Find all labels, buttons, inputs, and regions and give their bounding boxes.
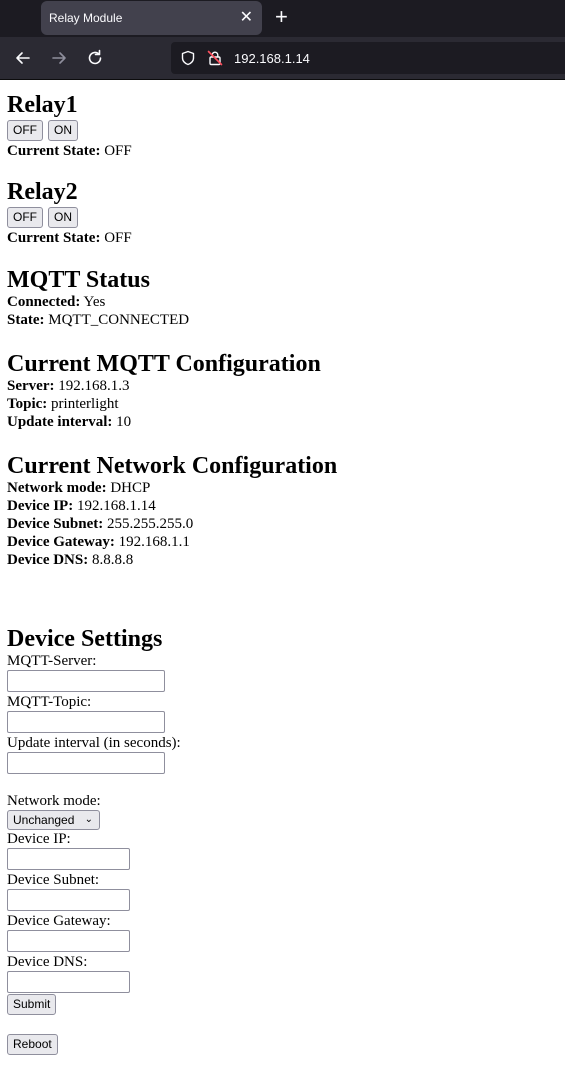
device-ip-label: Device IP: bbox=[7, 498, 74, 514]
device-settings-heading: Device Settings bbox=[7, 626, 163, 652]
browser-tab[interactable]: Relay Module ✕ bbox=[41, 1, 262, 35]
device-dns-value: 8.8.8.8 bbox=[91, 552, 134, 568]
relay1-on-button[interactable]: ON bbox=[48, 120, 78, 141]
device-subnet-value: 255.255.255.0 bbox=[107, 516, 194, 532]
device-settings-form: Device Settings MQTT-Server: MQTT-Topic:… bbox=[7, 626, 181, 1056]
mqtt-server: Server: 192.168.1.3 bbox=[7, 377, 321, 395]
chrome-divider bbox=[0, 79, 565, 80]
mqtt-server-field-label: MQTT-Server: bbox=[7, 653, 97, 669]
device-ip-input[interactable] bbox=[7, 848, 130, 870]
mqtt-server-label: Server: bbox=[7, 378, 55, 394]
device-dns-field-label: Device DNS: bbox=[7, 954, 88, 970]
mqtt-interval-label: Update interval: bbox=[7, 414, 113, 430]
mqtt-connected: Connected: Yes bbox=[7, 293, 189, 311]
mqtt-connected-label: Connected: bbox=[7, 294, 81, 310]
mqtt-status-section: MQTT Status Connected: Yes State: MQTT_C… bbox=[7, 267, 189, 329]
relay2-section: Relay2 OFF ON Current State: OFF bbox=[7, 179, 132, 247]
mqtt-state-label: State: bbox=[7, 312, 45, 328]
mqtt-server-input[interactable] bbox=[7, 670, 165, 692]
network-config-heading: Current Network Configuration bbox=[7, 453, 338, 479]
mqtt-config-heading: Current MQTT Configuration bbox=[7, 351, 321, 377]
browser-tab-bar: Relay Module ✕ + bbox=[0, 0, 565, 37]
relay2-state: Current State: OFF bbox=[7, 229, 132, 247]
relay2-heading: Relay2 bbox=[7, 179, 78, 205]
device-gateway-label: Device Gateway: bbox=[7, 534, 115, 550]
url-bar[interactable]: 192.168.1.14 bbox=[171, 42, 565, 74]
relay1-state-label: Current State: bbox=[7, 143, 101, 159]
device-dns-label: Device DNS: bbox=[7, 552, 89, 568]
network-mode-select[interactable]: Unchanged ⌄ bbox=[7, 810, 100, 830]
mqtt-server-value: 192.168.1.3 bbox=[58, 378, 130, 394]
back-arrow-icon[interactable] bbox=[13, 48, 33, 68]
relay1-heading: Relay1 bbox=[7, 92, 78, 118]
device-ip-value: 192.168.1.14 bbox=[76, 498, 156, 514]
device-subnet-label: Device Subnet: bbox=[7, 516, 104, 532]
relay2-state-label: Current State: bbox=[7, 230, 101, 246]
url-text: 192.168.1.14 bbox=[234, 51, 310, 66]
relay2-on-button[interactable]: ON bbox=[48, 207, 78, 228]
network-mode: Network mode: DHCP bbox=[7, 479, 337, 497]
device-ip-field-label: Device IP: bbox=[7, 831, 71, 847]
relay1-off-button[interactable]: OFF bbox=[7, 120, 43, 141]
relay2-state-value: OFF bbox=[104, 230, 132, 246]
interval-field-label: Update interval (in seconds): bbox=[7, 735, 181, 751]
shield-icon[interactable] bbox=[180, 50, 196, 66]
mqtt-topic-value: printerlight bbox=[51, 396, 119, 412]
device-subnet-input[interactable] bbox=[7, 889, 130, 911]
mqtt-topic-field-label: MQTT-Topic: bbox=[7, 694, 92, 710]
relay1-state-value: OFF bbox=[104, 143, 132, 159]
mqtt-topic-label: Topic: bbox=[7, 396, 48, 412]
device-gateway-field-label: Device Gateway: bbox=[7, 913, 111, 929]
mqtt-interval-value: 10 bbox=[116, 414, 132, 430]
mqtt-connected-value: Yes bbox=[83, 294, 106, 310]
device-gateway: Device Gateway: 192.168.1.1 bbox=[7, 533, 337, 551]
browser-nav-bar: 192.168.1.14 bbox=[0, 37, 565, 79]
device-subnet: Device Subnet: 255.255.255.0 bbox=[7, 515, 337, 533]
close-tab-icon[interactable]: ✕ bbox=[240, 7, 253, 27]
relay1-section: Relay1 OFF ON Current State: OFF bbox=[7, 92, 132, 160]
device-dns: Device DNS: 8.8.8.8 bbox=[7, 551, 337, 569]
relay1-state: Current State: OFF bbox=[7, 142, 132, 160]
new-tab-icon[interactable]: + bbox=[275, 5, 293, 29]
tab-title: Relay Module bbox=[49, 11, 123, 25]
device-gateway-value: 192.168.1.1 bbox=[118, 534, 190, 550]
submit-button[interactable]: Submit bbox=[7, 994, 57, 1015]
device-gateway-input[interactable] bbox=[7, 930, 130, 952]
network-mode-label: Network mode: bbox=[7, 480, 107, 496]
device-subnet-field-label: Device Subnet: bbox=[7, 872, 100, 888]
network-config-section: Current Network Configuration Network mo… bbox=[7, 453, 337, 569]
mqtt-status-heading: MQTT Status bbox=[7, 267, 150, 293]
device-ip: Device IP: 192.168.1.14 bbox=[7, 497, 337, 515]
reload-icon[interactable] bbox=[85, 48, 105, 68]
chevron-down-icon: ⌄ bbox=[84, 814, 93, 825]
forward-arrow-icon[interactable] bbox=[49, 48, 69, 68]
interval-input[interactable] bbox=[7, 752, 165, 774]
relay2-off-button[interactable]: OFF bbox=[7, 207, 43, 228]
mqtt-topic-input[interactable] bbox=[7, 711, 165, 733]
network-mode-value: DHCP bbox=[110, 480, 151, 496]
insecure-lock-icon[interactable] bbox=[207, 50, 223, 66]
mqtt-interval: Update interval: 10 bbox=[7, 413, 321, 431]
reboot-button[interactable]: Reboot bbox=[7, 1034, 58, 1055]
network-mode-selected: Unchanged bbox=[13, 813, 75, 827]
device-dns-input[interactable] bbox=[7, 971, 130, 993]
mqtt-state-value: MQTT_CONNECTED bbox=[48, 312, 190, 328]
network-mode-field-label: Network mode: bbox=[7, 793, 101, 809]
mqtt-state: State: MQTT_CONNECTED bbox=[7, 311, 189, 329]
mqtt-config-section: Current MQTT Configuration Server: 192.1… bbox=[7, 351, 321, 431]
mqtt-topic: Topic: printerlight bbox=[7, 395, 321, 413]
